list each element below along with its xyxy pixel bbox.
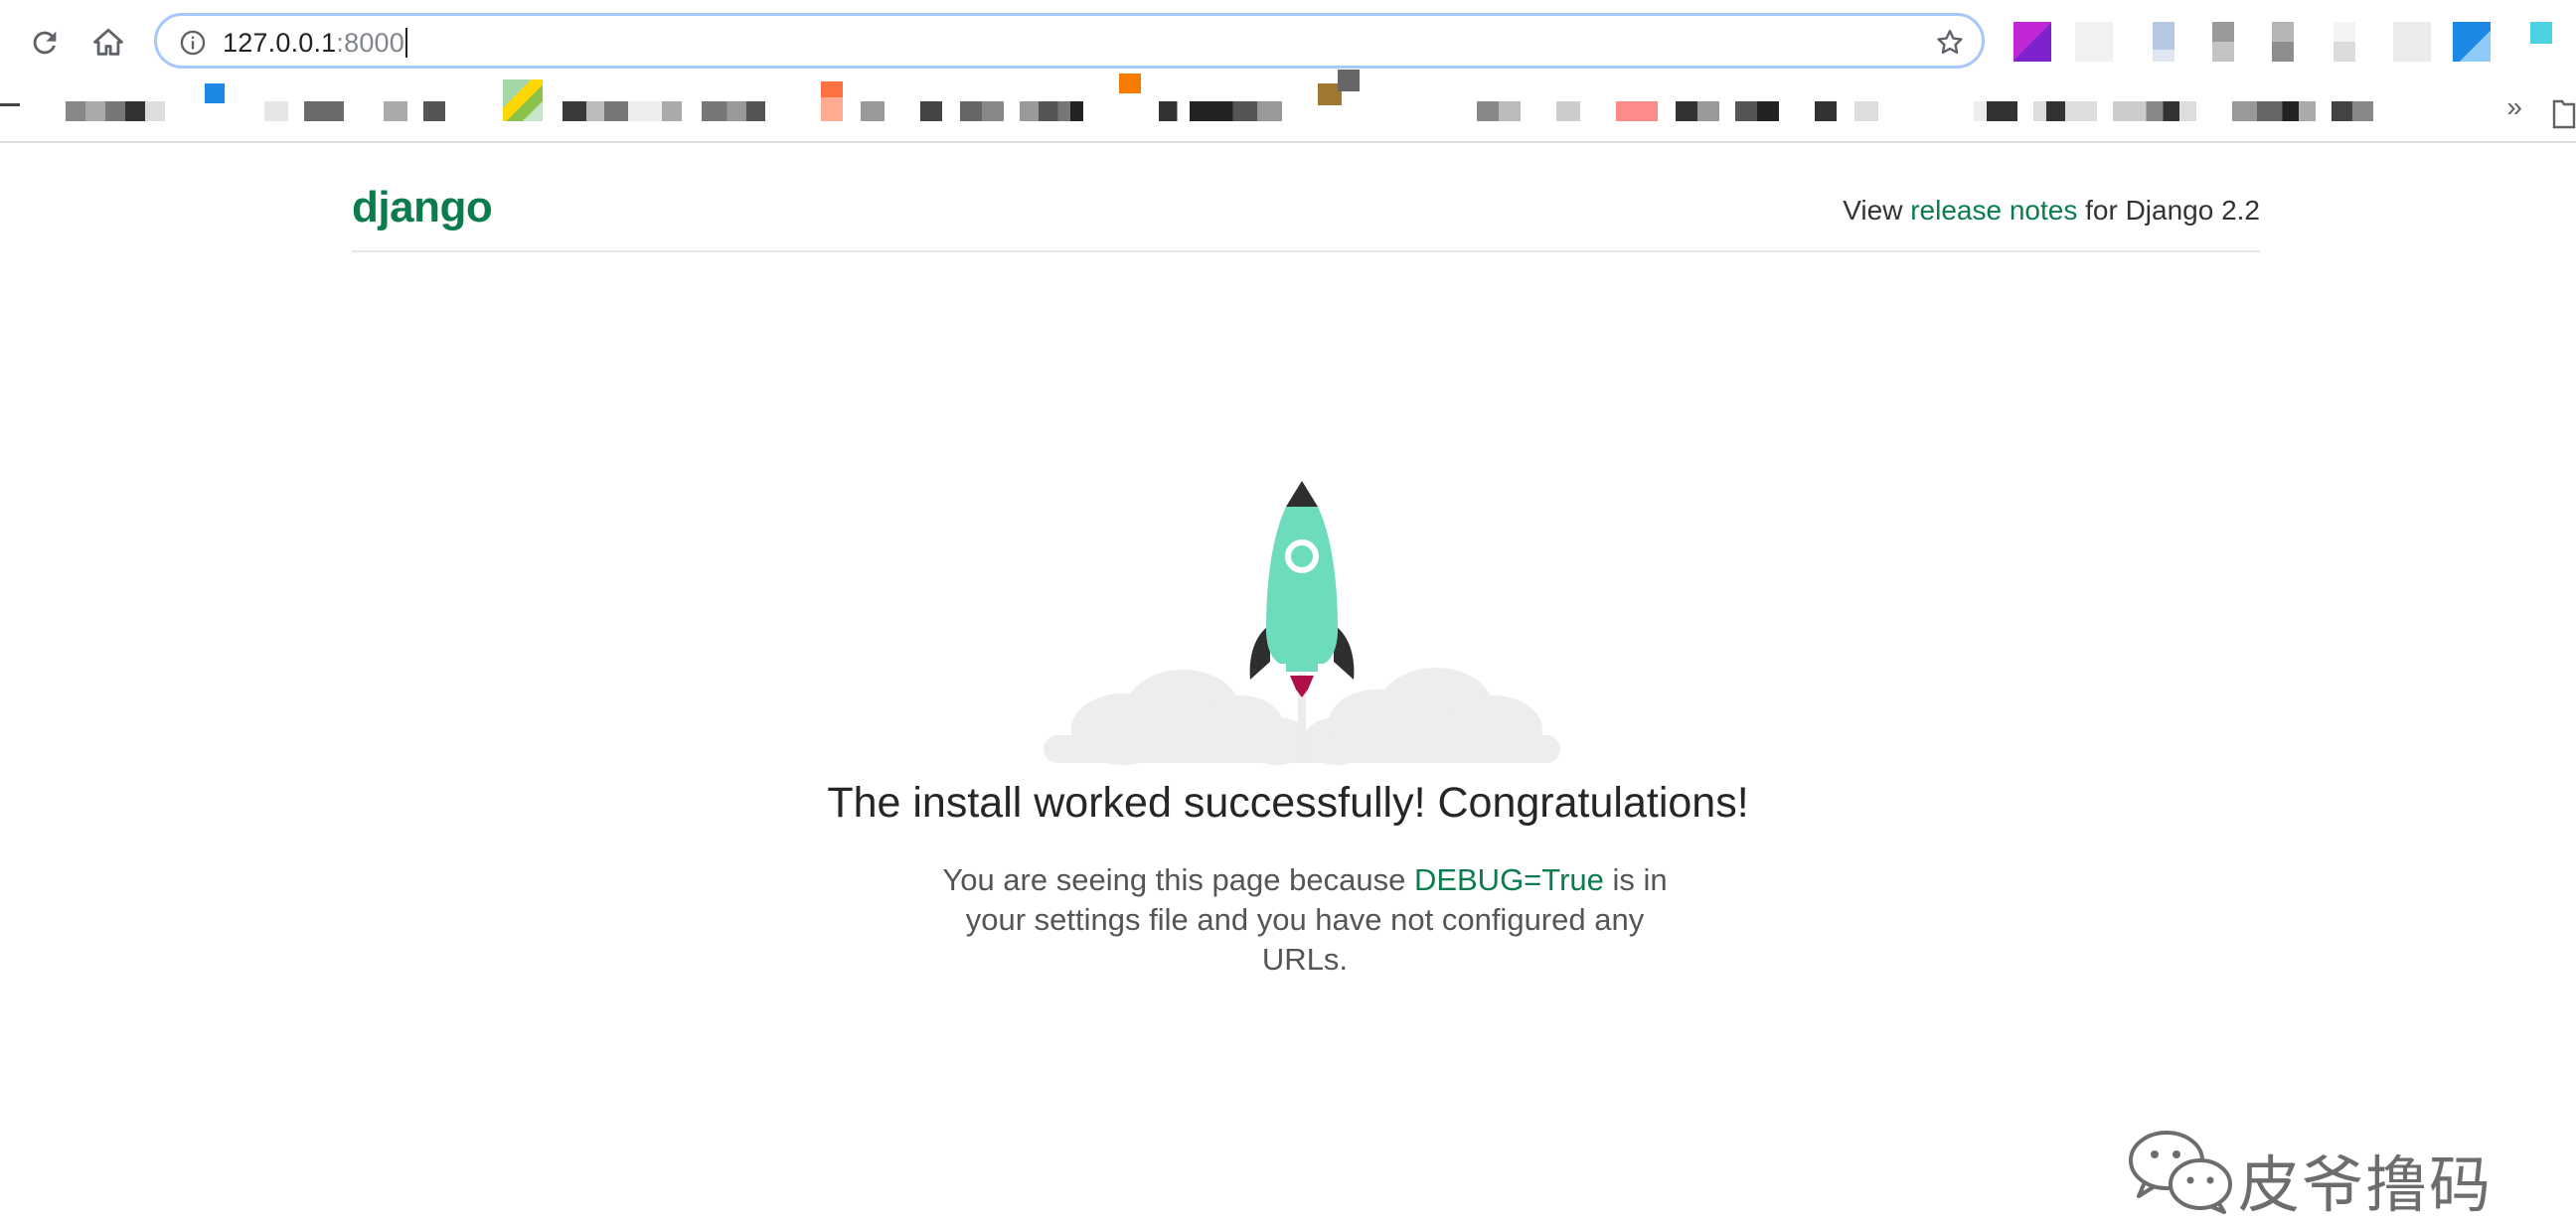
extension-icon[interactable] [2212, 22, 2234, 62]
info-icon[interactable] [179, 29, 207, 57]
browser-toolbar: 127.0.0.1:8000 [0, 0, 2576, 85]
bookmark-item[interactable] [2232, 101, 2316, 121]
extension-icon[interactable] [2272, 22, 2294, 62]
bookmark-item[interactable] [423, 101, 445, 121]
extension-icon[interactable] [2075, 22, 2113, 62]
bookmark-item[interactable] [821, 81, 843, 121]
debug-setting-text: DEBUG=True [1413, 862, 1604, 897]
extension-icon[interactable] [2530, 22, 2552, 44]
bookmark-item[interactable] [503, 79, 543, 121]
extension-icon[interactable] [2453, 22, 2491, 62]
bookmark-item[interactable] [1556, 101, 1580, 121]
address-bar[interactable]: 127.0.0.1:8000 [154, 13, 1985, 69]
bookmark-item[interactable] [205, 83, 225, 103]
bookmarks-bar: » [0, 70, 2576, 143]
folder-icon[interactable] [2552, 95, 2576, 129]
release-suffix: for Django 2.2 [2077, 195, 2260, 226]
bookmark-item[interactable] [1338, 70, 1360, 91]
home-icon [93, 28, 123, 56]
bookmark-item[interactable] [1676, 101, 1719, 121]
bookmark-item[interactable] [264, 101, 288, 121]
watermark: 皮爷撸码 [2127, 1127, 2524, 1221]
reload-button[interactable] [22, 20, 68, 66]
rocket-body [1266, 507, 1338, 664]
home-button[interactable] [85, 20, 131, 66]
success-headline: The install worked successfully! Congrat… [827, 779, 1749, 827]
bookmarks-overflow-button[interactable]: » [2506, 91, 2522, 123]
extension-icon[interactable] [2153, 22, 2174, 62]
rocket-flame [1290, 676, 1314, 697]
bookmark-item[interactable] [960, 101, 1004, 121]
bookmark-item[interactable] [1477, 101, 1521, 121]
bookmark-item[interactable] [384, 101, 407, 121]
bookmark-star-icon[interactable] [1934, 27, 1966, 59]
reload-icon [33, 31, 57, 55]
bookmark-item[interactable] [1159, 101, 1282, 121]
release-notes-line: View release notes for Django 2.2 [1843, 195, 2260, 227]
url-host: 127.0.0.1 [223, 28, 337, 58]
bookmark-item[interactable] [1854, 101, 1878, 121]
bookmark-item[interactable] [1974, 101, 2017, 121]
bookmark-item[interactable] [66, 101, 165, 121]
bookmark-item[interactable] [2033, 101, 2097, 121]
release-prefix: View [1843, 195, 1911, 226]
wechat-icon [2129, 1131, 2232, 1214]
bookmark-item[interactable] [1119, 74, 1141, 93]
text-caret [404, 28, 407, 58]
extension-icon[interactable] [2334, 22, 2355, 62]
bookmark-item[interactable] [1815, 101, 1837, 121]
url-port: :8000 [336, 28, 404, 58]
page-header: django View release notes for Django 2.2 [352, 143, 2260, 252]
sub-prefix: You are seeing this page because [942, 862, 1414, 897]
bookmark-item[interactable] [920, 101, 942, 121]
rocket-nose [1286, 481, 1318, 507]
bookmark-item[interactable] [1020, 101, 1083, 121]
bookmark-item[interactable] [1616, 101, 1658, 121]
bookmark-item[interactable] [2113, 101, 2196, 121]
bookmark-item[interactable] [304, 101, 344, 121]
rocket-nozzle [1286, 664, 1318, 672]
bookmark-item[interactable] [662, 101, 682, 121]
bookmark-item[interactable] [702, 101, 765, 121]
bookmark-item[interactable] [2332, 101, 2373, 121]
rocket-illustration [1044, 481, 1560, 765]
debug-explanation: You are seeing this page because DEBUG=T… [934, 860, 1676, 980]
bookmark-item[interactable] [1735, 101, 1779, 121]
bookmark-item[interactable] [0, 103, 20, 106]
django-logo[interactable]: django [352, 183, 493, 232]
django-welcome-page: django View release notes for Django 2.2 [0, 143, 2576, 1221]
watermark-text: 皮爷撸码 [2238, 1148, 2494, 1221]
extension-icon[interactable] [2013, 22, 2051, 62]
bookmark-item[interactable] [861, 101, 885, 121]
release-notes-link[interactable]: release notes [1910, 195, 2077, 226]
url-text[interactable]: 127.0.0.1:8000 [223, 28, 407, 59]
extension-icon[interactable] [2393, 22, 2431, 62]
